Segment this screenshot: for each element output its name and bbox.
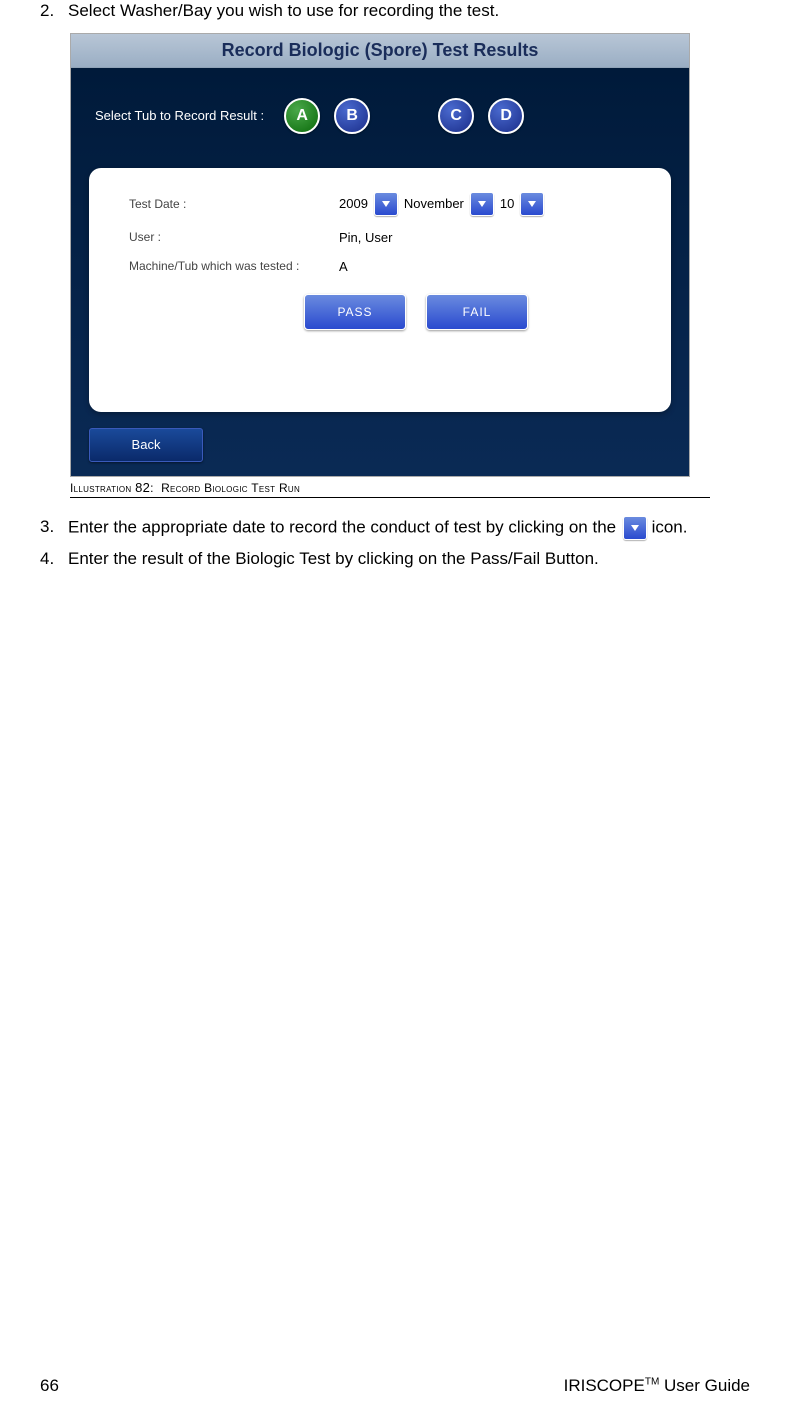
caption-number: 82 xyxy=(135,480,150,495)
guide-title: IRISCOPETM User Guide xyxy=(564,1376,750,1396)
step-3: 3. Enter the appropriate date to record … xyxy=(40,516,750,540)
illustration-block: Record Biologic (Spore) Test Results Sel… xyxy=(70,33,710,498)
window-title: Record Biologic (Spore) Test Results xyxy=(71,34,689,68)
tub-b-button[interactable]: B xyxy=(334,98,370,134)
dropdown-arrow-icon xyxy=(623,516,647,540)
tub-c-button[interactable]: C xyxy=(438,98,474,134)
step-text: Enter the result of the Biologic Test by… xyxy=(68,548,750,571)
pass-fail-row: PASS FAIL xyxy=(189,294,643,330)
step-text: Select Washer/Bay you wish to use for re… xyxy=(68,0,750,23)
test-date-row: Test Date : 2009 November 10 xyxy=(129,192,643,216)
step-number: 4. xyxy=(40,548,68,571)
screenshot-record-biologic: Record Biologic (Spore) Test Results Sel… xyxy=(70,33,690,477)
machine-value: A xyxy=(339,259,348,274)
user-label: User : xyxy=(129,230,339,244)
month-dropdown-icon[interactable] xyxy=(470,192,494,216)
page-footer: 66 IRISCOPETM User Guide xyxy=(40,1376,750,1396)
month-value: November xyxy=(404,196,464,211)
pass-button[interactable]: PASS xyxy=(304,294,406,330)
caption-title: Record Biologic Test Run xyxy=(161,481,300,495)
tub-d-button[interactable]: D xyxy=(488,98,524,134)
step-text: Enter the appropriate date to record the… xyxy=(68,516,750,540)
step-number: 2. xyxy=(40,0,68,23)
select-tub-label: Select Tub to Record Result : xyxy=(95,108,264,123)
test-date-label: Test Date : xyxy=(129,197,339,211)
back-button[interactable]: Back xyxy=(89,428,203,462)
user-row: User : Pin, User xyxy=(129,230,643,245)
year-value: 2009 xyxy=(339,196,368,211)
caption-colon: : xyxy=(150,481,154,495)
result-card: Test Date : 2009 November 10 User : Pin, xyxy=(89,168,671,412)
user-value: Pin, User xyxy=(339,230,392,245)
tub-a-button[interactable]: A xyxy=(284,98,320,134)
day-dropdown-icon[interactable] xyxy=(520,192,544,216)
day-value: 10 xyxy=(500,196,514,211)
tub-selector-row: Select Tub to Record Result : A B C D xyxy=(95,98,671,134)
step-2: 2. Select Washer/Bay you wish to use for… xyxy=(40,0,750,23)
step-number: 3. xyxy=(40,516,68,540)
machine-row: Machine/Tub which was tested : A xyxy=(129,259,643,274)
machine-label: Machine/Tub which was tested : xyxy=(129,259,339,273)
year-dropdown-icon[interactable] xyxy=(374,192,398,216)
page-number: 66 xyxy=(40,1376,59,1396)
dark-panel: Select Tub to Record Result : A B C D Te… xyxy=(71,68,689,476)
step-4: 4. Enter the result of the Biologic Test… xyxy=(40,548,750,571)
caption-prefix: Illustration xyxy=(70,481,131,495)
fail-button[interactable]: FAIL xyxy=(426,294,528,330)
illustration-caption: Illustration 82: Record Biologic Test Ru… xyxy=(70,480,710,495)
